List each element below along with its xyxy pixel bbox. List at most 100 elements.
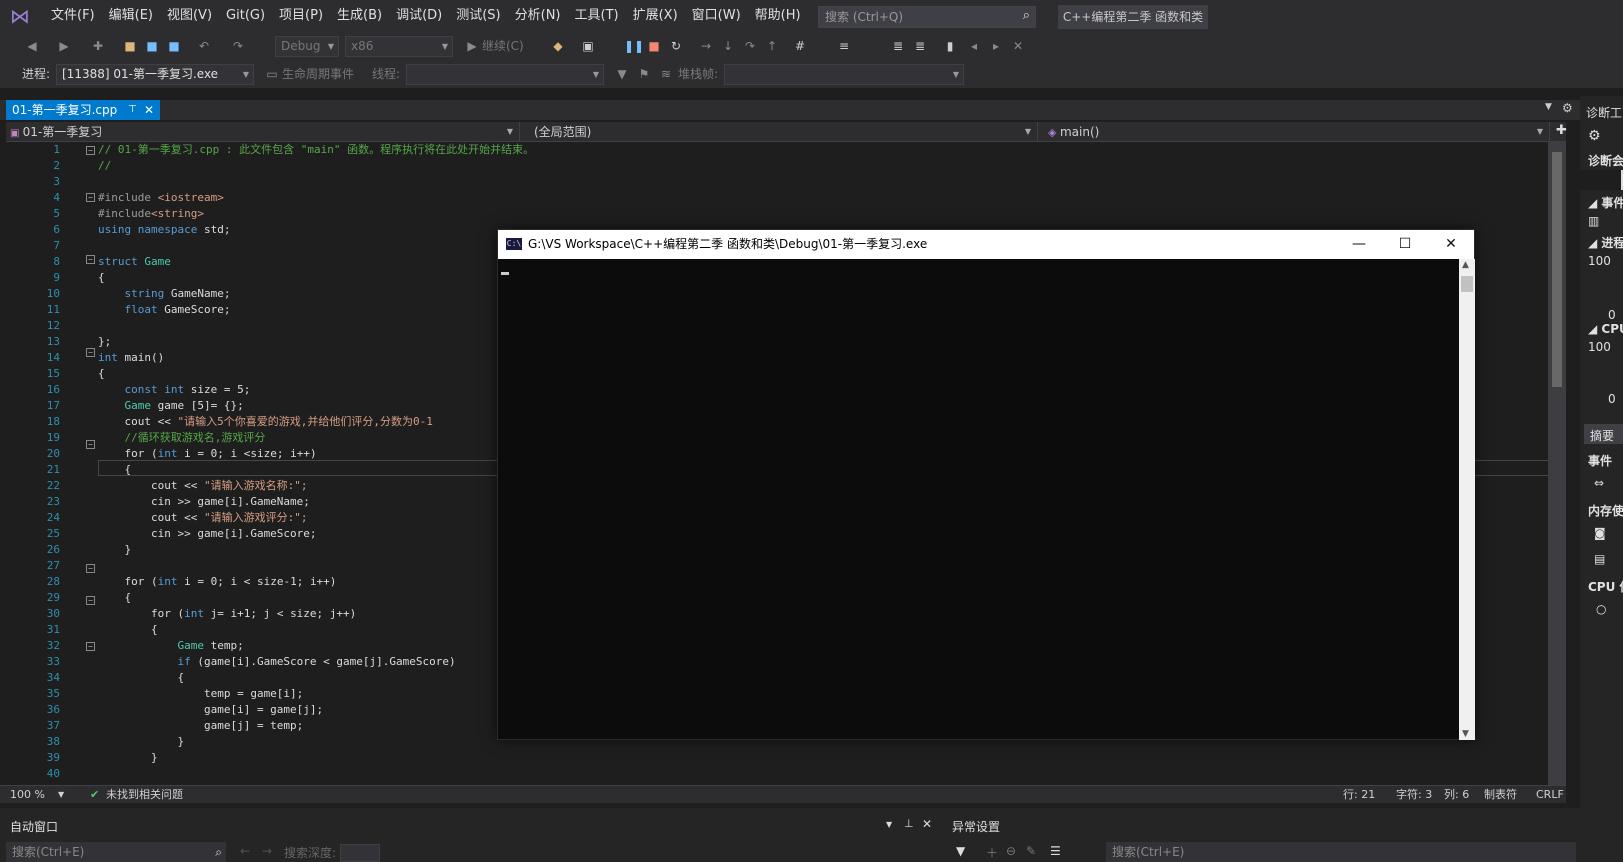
redo-icon[interactable]: ↷ [230, 38, 246, 54]
issues-status[interactable]: 未找到相关问题 [106, 786, 183, 804]
stackframe-dropdown[interactable]: ▼ [724, 64, 964, 85]
project-dropdown[interactable]: ▣ 01-第一季复习 ▼ [6, 122, 520, 142]
step-over-icon[interactable]: ↷ [742, 38, 758, 54]
cpu-section[interactable]: ◢ CPU [1588, 322, 1623, 336]
console-window[interactable]: C:\ G:\VS Workspace\C++编程第二季 函数和类\Debug\… [497, 229, 1475, 740]
solution-platform-dropdown[interactable]: x86 ▼ [345, 36, 453, 57]
events-section[interactable]: ◢ 事件 [1588, 194, 1623, 211]
console-title-bar[interactable]: C:\ G:\VS Workspace\C++编程第二季 函数和类\Debug\… [498, 230, 1474, 259]
threads-icon[interactable]: ≡ [836, 38, 852, 54]
exceptions-search-input[interactable]: 搜索(Ctrl+E) [1106, 842, 1576, 862]
prev-bookmark-icon[interactable]: ◂ [966, 38, 982, 54]
new-project-icon[interactable]: ✚ [90, 38, 106, 54]
back-icon[interactable]: ← [240, 844, 250, 858]
forward-icon[interactable]: → [262, 844, 272, 858]
show-flagged-icon[interactable]: ≋ [658, 66, 674, 82]
step-out-icon[interactable]: ↑ [764, 38, 780, 54]
columns-icon[interactable]: ▥ [1588, 214, 1599, 228]
fold-toggle[interactable]: − [86, 255, 95, 264]
summary-tab[interactable]: 摘要 [1584, 424, 1623, 444]
next-bookmark-icon[interactable]: ▸ [988, 38, 1004, 54]
bookmark-icon[interactable]: ▮ [942, 38, 958, 54]
stop-icon[interactable]: ■ [646, 38, 662, 54]
continue-button[interactable]: 继续(C) [482, 32, 524, 60]
search-input[interactable]: 搜索 (Ctrl+Q) ⌕ [818, 6, 1036, 28]
continue-icon[interactable]: ▶ [464, 38, 480, 54]
tabs-indicator[interactable]: 制表符 [1484, 786, 1517, 804]
fold-toggle[interactable]: − [86, 596, 95, 605]
process-dropdown[interactable]: [11388] 01-第一季复习.exe ▼ [56, 64, 254, 85]
fold-toggle[interactable]: − [86, 642, 95, 651]
scope-dropdown[interactable]: (全局范围) ▼ [520, 122, 1038, 142]
menu-project[interactable]: 项目(P) [272, 0, 330, 32]
zoom-level[interactable]: 100 % [10, 786, 45, 804]
fold-toggle[interactable]: − [86, 193, 95, 202]
menu-help[interactable]: 帮助(H) [748, 0, 808, 32]
edit-icon[interactable]: ✎ [1026, 844, 1036, 858]
undo-icon[interactable]: ↶ [196, 38, 212, 54]
comment-icon[interactable]: ≣ [890, 38, 906, 54]
menu-debug[interactable]: 调试(D) [389, 0, 449, 32]
eol-indicator[interactable]: CRLF [1536, 786, 1564, 804]
function-dropdown[interactable]: ◈ main() ▼ [1038, 122, 1550, 142]
console-scroll-thumb[interactable] [1461, 276, 1473, 292]
scroll-down-icon[interactable]: ▼ [1462, 729, 1469, 739]
forward-icon[interactable]: ▶ [56, 38, 72, 54]
menu-git[interactable]: Git(G) [219, 0, 272, 32]
remove-icon[interactable]: ⊖ [1006, 844, 1016, 858]
scroll-up-icon[interactable]: ▲ [1462, 260, 1469, 270]
heap-icon[interactable]: ▤ [1594, 552, 1605, 566]
open-file-icon[interactable]: ■ [122, 38, 138, 54]
filter-icon[interactable]: ▼ [956, 844, 965, 858]
menu-extensions[interactable]: 扩展(X) [626, 0, 685, 32]
menu-window[interactable]: 窗口(W) [685, 0, 748, 32]
events-link-icon[interactable]: ⇔ [1594, 476, 1604, 490]
tab-list-chevron-icon[interactable]: ▼ [1545, 102, 1552, 112]
menu-analyze[interactable]: 分析(N) [508, 0, 568, 32]
attach-icon[interactable]: ◆ [550, 38, 566, 54]
menu-build[interactable]: 生成(B) [330, 0, 389, 32]
split-editor-icon[interactable]: ✚ [1556, 123, 1567, 138]
menu-tools[interactable]: 工具(T) [568, 0, 626, 32]
restart-icon[interactable]: ↻ [668, 38, 684, 54]
pin-icon[interactable]: ⊥ [904, 817, 914, 830]
clear-bookmarks-icon[interactable]: ✕ [1010, 38, 1026, 54]
solution-config-dropdown[interactable]: Debug ▼ [275, 36, 339, 57]
thread-dropdown[interactable]: ▼ [406, 64, 604, 85]
step-into-icon[interactable]: ↓ [720, 38, 736, 54]
process-memory-section[interactable]: ◢ 进程 [1588, 234, 1623, 251]
menu-test[interactable]: 测试(S) [449, 0, 507, 32]
fold-toggle[interactable]: − [86, 348, 95, 357]
tab-01-review-cpp[interactable]: 01-第一季复习.cpp ⊤ ✕ [6, 100, 160, 120]
chevron-down-icon[interactable]: ▼ [58, 786, 64, 804]
menu-edit[interactable]: 编辑(E) [102, 0, 160, 32]
lifecycle-events-button[interactable]: 生命周期事件 [282, 60, 354, 88]
search-depth-dropdown[interactable] [340, 844, 380, 862]
maximize-button[interactable]: ☐ [1382, 230, 1428, 259]
close-button[interactable]: ✕ [1428, 230, 1474, 259]
console-scrollbar[interactable]: ▲ ▼ [1459, 259, 1475, 740]
scrollbar-thumb[interactable] [1552, 152, 1562, 387]
menu-view[interactable]: 视图(V) [160, 0, 219, 32]
show-next-statement-icon[interactable]: → [698, 38, 714, 54]
autos-search-input[interactable]: 搜索(Ctrl+E) ⌕ [6, 842, 226, 862]
settings-gear-icon[interactable]: ⚙ [1562, 101, 1573, 115]
app-window-icon[interactable]: ▣ [580, 38, 596, 54]
pause-icon[interactable]: ❚❚ [624, 38, 644, 54]
add-icon[interactable]: ＋ [986, 844, 998, 861]
fold-toggle[interactable]: − [86, 564, 95, 573]
list-icon[interactable]: ☰ [1050, 844, 1061, 858]
save-icon[interactable]: ■ [144, 38, 160, 54]
pin-icon[interactable]: ⊤ [128, 100, 137, 120]
record-icon[interactable]: ○ [1596, 602, 1606, 616]
hex-display-icon[interactable]: # [792, 38, 808, 54]
fold-toggle[interactable]: − [86, 146, 95, 155]
menu-file[interactable]: 文件(F) [44, 0, 102, 32]
back-icon[interactable]: ◀ [24, 38, 40, 54]
close-icon[interactable]: ✕ [922, 817, 932, 831]
chevron-down-icon[interactable]: ▼ [886, 820, 892, 829]
minimize-button[interactable]: — [1336, 230, 1382, 259]
close-tab-icon[interactable]: ✕ [144, 100, 154, 120]
editor-vertical-scrollbar[interactable] [1548, 142, 1566, 785]
flag-icon[interactable]: ⚑ [636, 66, 652, 82]
